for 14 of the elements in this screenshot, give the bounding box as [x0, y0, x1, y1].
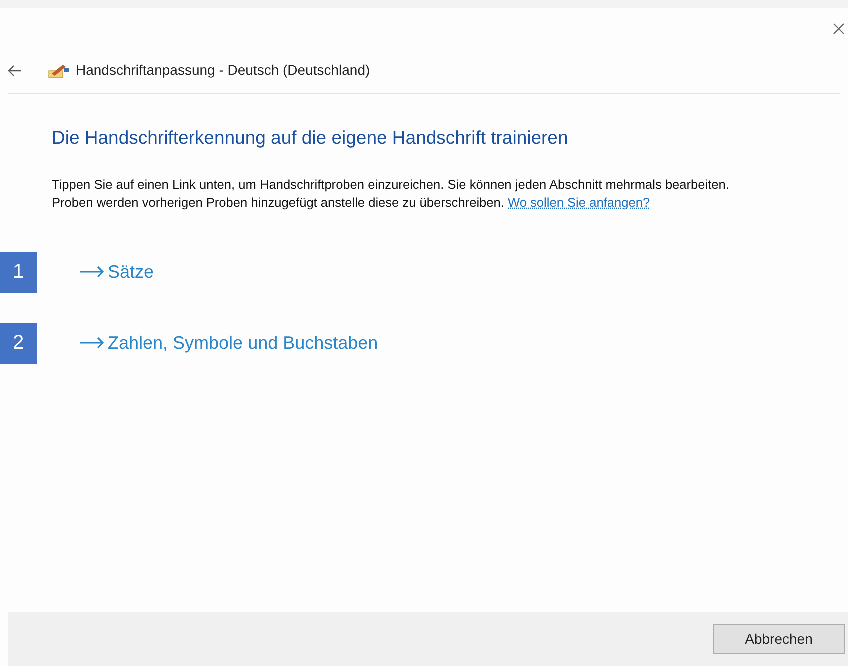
- cancel-button[interactable]: Abbrechen: [713, 624, 845, 654]
- help-link[interactable]: Wo sollen Sie anfangen?: [508, 194, 650, 210]
- instruction-text: Tippen Sie auf einen Link unten, um Handschriftproben einzureichen. Sie können jeden Abschnitt mehrmals bearbeiten. Proben werden vorherigen Proben hinzugefügt anstelle diese zu überschreiben. Wo sollen Sie anfangen?: [52, 176, 730, 212]
- training-link[interactable]: Zahlen, Symbole und Buchstaben: [79, 330, 378, 357]
- pen-pad-icon: [48, 62, 70, 78]
- right-arrow-icon: [79, 337, 105, 350]
- step-badge: 1: [0, 252, 37, 293]
- page-heading: Die Handschrifterkennung auf die eigene Handschrift trainieren: [52, 126, 570, 150]
- back-arrow-icon[interactable]: [8, 64, 22, 76]
- close-icon[interactable]: [832, 22, 846, 36]
- right-arrow-icon: [79, 266, 105, 278]
- window-title: Handschriftanpassung - Deutsch (Deutschland): [76, 61, 370, 80]
- training-link[interactable]: Sätze: [79, 258, 154, 286]
- step-badge: 2: [0, 322, 37, 364]
